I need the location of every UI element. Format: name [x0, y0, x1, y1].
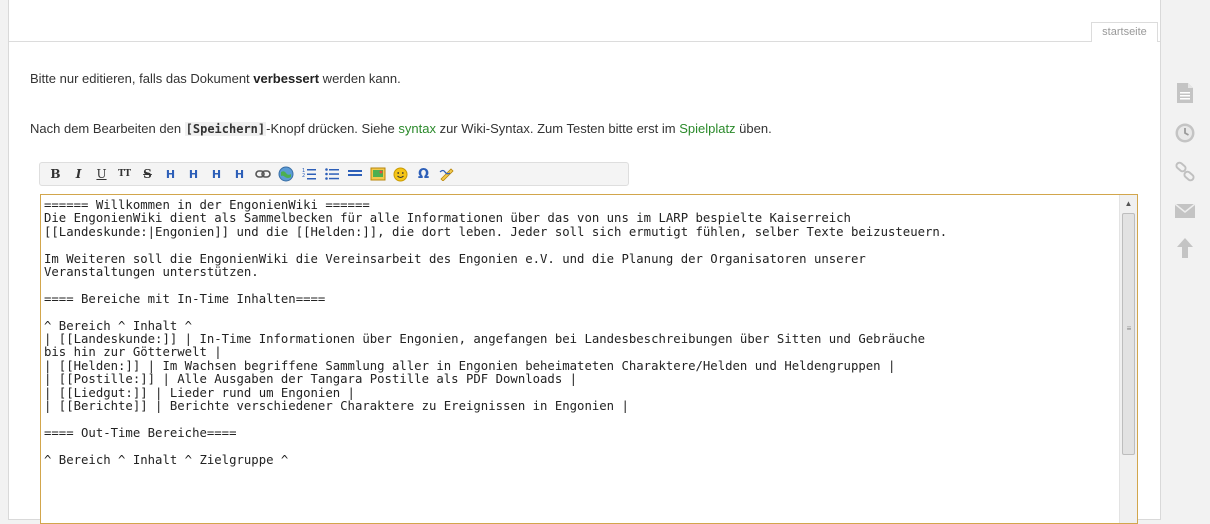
help-text-end: üben. [735, 121, 772, 136]
italic-button[interactable]: I [68, 164, 89, 184]
unordered-list-button[interactable] [321, 164, 342, 184]
smiley-icon [393, 167, 408, 181]
underline-label: U [96, 167, 107, 181]
help-text-mid2: zur Wiki-Syntax. Zum Testen bitte erst i… [435, 121, 680, 136]
ordered-list-button[interactable]: 12 [298, 164, 319, 184]
header-divider [9, 41, 1160, 42]
edit-help-notice: Nach dem Bearbeiten den [Speichern]-Knop… [30, 121, 772, 136]
back-to-top-icon[interactable] [1170, 235, 1200, 261]
special-chars-button[interactable]: Ω [413, 164, 434, 184]
italic-label: I [75, 167, 82, 181]
media-button[interactable] [367, 164, 388, 184]
monospace-label: TT [117, 169, 132, 179]
old-revisions-icon[interactable] [1170, 120, 1200, 146]
svg-text:2: 2 [302, 173, 305, 179]
heading-same-button[interactable]: H [160, 164, 181, 184]
heading-lower-button[interactable]: H [183, 164, 204, 184]
strikethrough-label: S [143, 167, 152, 181]
headline-button[interactable]: H [229, 164, 250, 184]
intro-text-end: werden kann. [319, 71, 401, 86]
wiki-text-editor[interactable]: ====== Willkommen in der EngonienWiki ==… [40, 194, 1138, 524]
syntax-link[interactable]: syntax [398, 121, 436, 136]
hr-icon [347, 170, 362, 176]
heading-higher-button[interactable]: H [206, 164, 227, 184]
headline-label: H [234, 167, 245, 181]
page-name-tab[interactable]: startseite [1091, 22, 1158, 42]
horizontal-rule-button[interactable] [344, 164, 365, 184]
backlinks-icon[interactable] [1170, 159, 1200, 185]
external-link-button[interactable] [275, 164, 296, 184]
globe-icon [278, 166, 293, 182]
heading-same-label: H [165, 167, 176, 181]
scroll-grip-icon: ≡ [1126, 324, 1132, 333]
editor-content[interactable]: ====== Willkommen in der EngonienWiki ==… [44, 198, 1115, 467]
save-key-label: [Speichern] [184, 122, 267, 136]
strikethrough-button[interactable]: S [137, 164, 158, 184]
bold-button[interactable]: B [45, 164, 66, 184]
intro-text: Bitte nur editieren, falls das Dokument [30, 71, 254, 86]
special-chars-label: Ω [417, 166, 430, 182]
show-page-icon[interactable] [1170, 80, 1200, 106]
scroll-up-arrow-icon[interactable]: ▲ [1120, 197, 1137, 211]
edit-intro-notice: Bitte nur editieren, falls das Dokument … [30, 71, 401, 86]
help-text: Nach dem Bearbeiten den [30, 121, 185, 136]
link-icon [254, 170, 271, 178]
signature-icon [439, 168, 454, 181]
playground-link[interactable]: Spielplatz [679, 121, 735, 136]
heading-lower-label: H [188, 167, 199, 181]
heading-higher-label: H [211, 167, 222, 181]
underline-button[interactable]: U [91, 164, 112, 184]
bold-label: B [50, 167, 61, 181]
editor-toolbar: B I U TT S H H H H 12 Ω [39, 162, 629, 186]
signature-button[interactable] [436, 164, 457, 184]
help-text-mid: -Knopf drücken. Siehe [266, 121, 399, 136]
page-content: startseite Bitte nur editieren, falls da… [8, 0, 1161, 524]
smiley-button[interactable] [390, 164, 411, 184]
monospace-button[interactable]: TT [114, 164, 135, 184]
subscribe-icon[interactable] [1170, 198, 1200, 224]
image-icon [370, 167, 385, 181]
link-button[interactable] [252, 164, 273, 184]
ordered-list-icon: 12 [302, 168, 316, 180]
unordered-list-icon [324, 168, 339, 180]
scroll-thumb[interactable]: ≡ [1122, 213, 1135, 455]
editor-scrollbar[interactable]: ▲ ≡ [1119, 195, 1137, 523]
intro-bold-text: verbessert [253, 71, 320, 86]
